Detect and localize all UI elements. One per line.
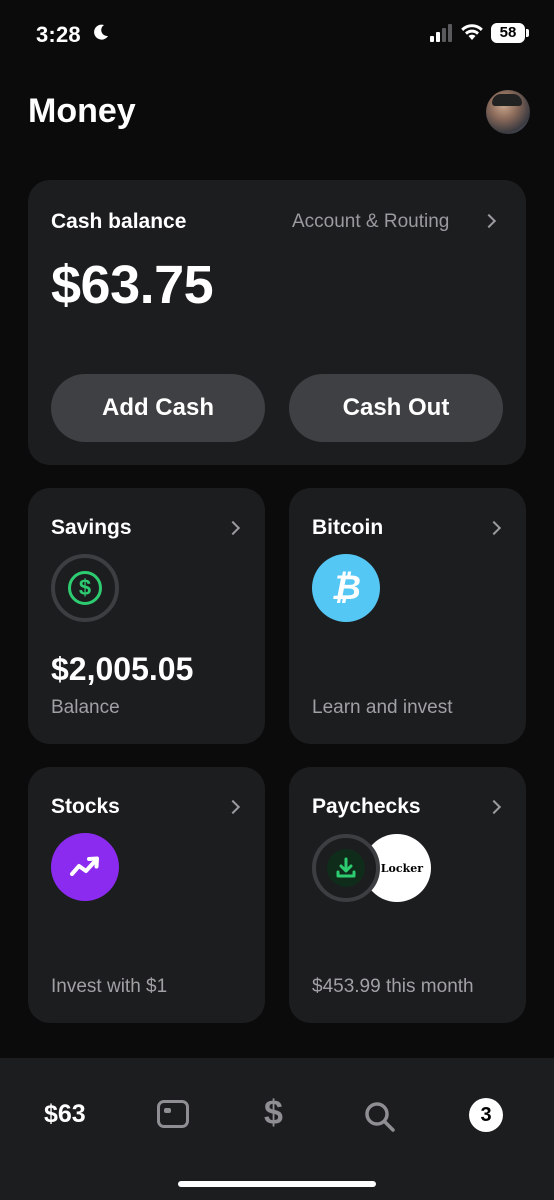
- battery-nub: [526, 29, 529, 37]
- cash-balance-title: Cash balance: [51, 210, 187, 233]
- bottom-nav: $63 $ 3: [0, 1058, 554, 1200]
- add-cash-button[interactable]: Add Cash: [51, 374, 265, 442]
- dollar-icon[interactable]: $: [264, 1094, 283, 1133]
- cash-balance-card[interactable]: Cash balance Account & Routing $63.75 Ad…: [28, 180, 526, 465]
- nav-money-tab[interactable]: $63: [44, 1100, 86, 1129]
- chevron-right-icon: [225, 799, 241, 815]
- savings-tile[interactable]: Savings $ $2,005.05 Balance: [28, 488, 265, 744]
- status-time: 3:28: [36, 22, 81, 47]
- card-icon[interactable]: [157, 1100, 189, 1128]
- moon-icon: [92, 23, 110, 46]
- stocks-tile[interactable]: Stocks Invest with $1: [28, 767, 265, 1023]
- download-icon: [312, 834, 380, 902]
- bitcoin-title: Bitcoin: [312, 516, 384, 539]
- avatar-image: [492, 94, 522, 106]
- battery-icon: 58: [491, 23, 525, 43]
- activity-badge[interactable]: 3: [469, 1098, 503, 1132]
- chevron-right-icon: [486, 799, 502, 815]
- card-chip: [164, 1108, 171, 1113]
- stocks-subtitle: Invest with $1: [51, 976, 168, 997]
- stocks-title: Stocks: [51, 795, 120, 818]
- status-bar: 3:28 58: [0, 0, 554, 70]
- bitcoin-tile[interactable]: Bitcoin ₿ Learn and invest: [289, 488, 526, 744]
- avatar[interactable]: [486, 90, 530, 134]
- page-title: Money: [28, 92, 136, 130]
- wifi-icon: [461, 24, 483, 40]
- savings-balance: $2,005.05: [51, 651, 194, 687]
- cash-balance-amount: $63.75: [51, 255, 214, 315]
- paychecks-title: Paychecks: [312, 795, 421, 818]
- paychecks-subtitle: $453.99 this month: [312, 976, 474, 997]
- bitcoin-subtitle: Learn and invest: [312, 697, 453, 718]
- bitcoin-icon: ₿: [312, 554, 380, 622]
- account-routing-link[interactable]: Account & Routing: [292, 211, 449, 233]
- savings-title: Savings: [51, 516, 132, 539]
- paychecks-tile[interactable]: Paychecks ot Locker $453.99 this month: [289, 767, 526, 1023]
- cash-out-button[interactable]: Cash Out: [289, 374, 503, 442]
- dollar-circle-icon: $: [51, 554, 119, 622]
- search-icon[interactable]: [363, 1100, 397, 1134]
- chevron-right-icon[interactable]: [481, 213, 497, 229]
- cellular-signal-icon: [430, 24, 452, 42]
- chevron-right-icon: [225, 520, 241, 536]
- trend-up-icon: [51, 833, 119, 901]
- savings-subtitle: Balance: [51, 697, 120, 718]
- chevron-right-icon: [486, 520, 502, 536]
- home-indicator: [178, 1181, 376, 1187]
